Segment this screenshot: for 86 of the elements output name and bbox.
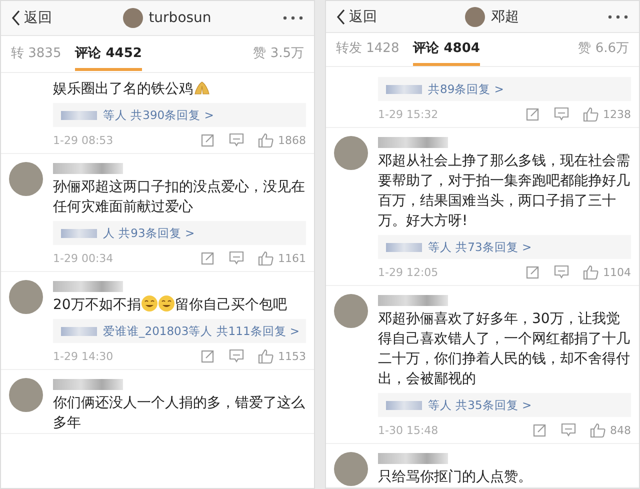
smiley-emoji-icon	[140, 295, 158, 312]
replies-link[interactable]: 等人 共73条回复 >	[428, 240, 532, 254]
comment-time: 1-30 15:48	[378, 424, 438, 436]
blurred-usernames	[61, 326, 97, 336]
replies-summary[interactable]: 等人 共73条回复 >	[378, 235, 631, 259]
like-count: 1104	[603, 266, 631, 278]
avatar-placeholder	[122, 8, 143, 28]
avatar-placeholder	[9, 162, 43, 196]
tab[interactable]: 评论 4804	[413, 33, 480, 66]
replies-summary[interactable]: 共89条回复 >	[378, 77, 631, 101]
blurred-username	[378, 137, 448, 148]
avatar-placeholder	[9, 280, 43, 314]
share-icon[interactable]	[526, 265, 540, 279]
blurred-usernames	[61, 110, 97, 120]
blurred-usernames	[386, 400, 422, 410]
likes-tab[interactable]: 赞 6.6万	[578, 33, 629, 66]
comment-text: 娱乐圈出了名的铁公鸡	[53, 79, 306, 99]
like-count: 848	[610, 424, 631, 436]
comment-icon[interactable]	[561, 423, 576, 437]
share-icon[interactable]	[201, 133, 215, 147]
like-count: 1161	[278, 252, 306, 264]
blurred-username	[53, 163, 123, 174]
tab[interactable]: 评论 4452	[75, 38, 142, 70]
comment-time: 1-29 15:32	[378, 108, 438, 120]
back-button[interactable]: 返回	[11, 9, 52, 27]
tab[interactable]: 转 3835	[11, 38, 62, 70]
more-icon[interactable]	[282, 15, 304, 21]
blurred-username	[53, 379, 123, 390]
thumbs-up-icon[interactable]	[590, 422, 606, 438]
comment-text: 邓超孙俪喜欢了好多年，30万，让我觉得自己喜欢错人了，一个网红都捐了十几二十万，你们挣着人民的钱，却不舍得付出，会被鄙视的	[378, 310, 631, 389]
share-icon[interactable]	[533, 423, 547, 437]
thumbs-up-icon[interactable]	[258, 132, 274, 148]
comment-time: 1-29 08:53	[53, 134, 114, 146]
chevron-left-icon	[336, 8, 346, 24]
avatar-placeholder	[334, 136, 368, 170]
avatar-placeholder	[9, 378, 43, 412]
thumbs-up-icon[interactable]	[258, 348, 274, 364]
like-count: 1868	[278, 134, 306, 146]
replies-summary[interactable]: 人 共93条回复 >	[53, 221, 306, 245]
replies-link[interactable]: 等人 共390条回复 >	[103, 108, 214, 122]
thumbs-up-icon[interactable]	[258, 250, 274, 266]
replies-link[interactable]: 等人 共35条回复 >	[428, 398, 532, 412]
replies-link[interactable]: 人 共93条回复 >	[103, 226, 195, 240]
tab[interactable]: 转发 1428	[336, 33, 400, 66]
thumbs-up-icon[interactable]	[583, 106, 599, 122]
avatar-placeholder	[334, 294, 368, 328]
avatar-placeholder	[334, 452, 368, 486]
back-button[interactable]: 返回	[336, 8, 377, 26]
replies-summary[interactable]: 等人 共390条回复 >	[53, 103, 306, 127]
comment-icon[interactable]	[229, 133, 244, 147]
comment-text: 只给骂你抠门的人点赞。	[378, 468, 533, 487]
comment-icon[interactable]	[229, 251, 244, 265]
replies-summary[interactable]: 爱谁谁_201803等人 共111条回复 >	[53, 319, 306, 343]
chevron-left-icon	[11, 10, 21, 26]
comment-time: 1-29 00:34	[53, 252, 114, 264]
share-icon[interactable]	[201, 251, 215, 265]
account-name: 邓超	[491, 8, 519, 26]
avatar-placeholder	[465, 6, 485, 26]
likes-tab[interactable]: 赞 3.5万	[253, 38, 304, 70]
replies-summary[interactable]: 等人 共35条回复 >	[378, 393, 631, 417]
like-count: 1238	[603, 108, 631, 120]
blurred-username	[53, 281, 123, 292]
share-icon[interactable]	[201, 349, 215, 363]
replies-link[interactable]: 共89条回复 >	[428, 82, 504, 96]
share-icon[interactable]	[526, 107, 540, 121]
comment-time: 1-29 12:05	[378, 266, 438, 278]
comment-text: 邓超从社会上挣了那么多钱，现在社会需要帮助了，对于拍一集奔跑吧都能挣好几百万，结果国难当头，两口子捐了三十万。好大方呀!	[378, 152, 631, 231]
comment-text: 你们俩还没人一个人捐的多，错爱了这么多年	[53, 394, 306, 433]
more-icon[interactable]	[607, 14, 629, 20]
folded-hands-emoji-icon	[193, 80, 211, 96]
blurred-usernames	[386, 84, 422, 94]
comment-icon[interactable]	[554, 107, 569, 121]
comment-text: 孙俪邓超这两口子扣的没点爱心，没见在任何灾难面前献过爱心	[53, 178, 306, 217]
comment-time: 1-29 14:30	[53, 350, 114, 362]
blurred-username	[378, 453, 448, 464]
thumbs-up-icon[interactable]	[583, 264, 599, 280]
blurred-username	[378, 295, 448, 306]
comment-icon[interactable]	[554, 265, 569, 279]
replies-link[interactable]: 爱谁谁_201803等人 共111条回复 >	[103, 324, 300, 338]
like-count: 1153	[278, 350, 306, 362]
blurred-usernames	[386, 242, 422, 252]
comment-text: 20万不如不捐 留你自己买个包吧	[53, 295, 288, 315]
account-name: turbosun	[148, 10, 212, 26]
comment-icon[interactable]	[229, 349, 244, 363]
blurred-usernames	[61, 228, 97, 238]
smiley-emoji-icon	[158, 295, 175, 312]
